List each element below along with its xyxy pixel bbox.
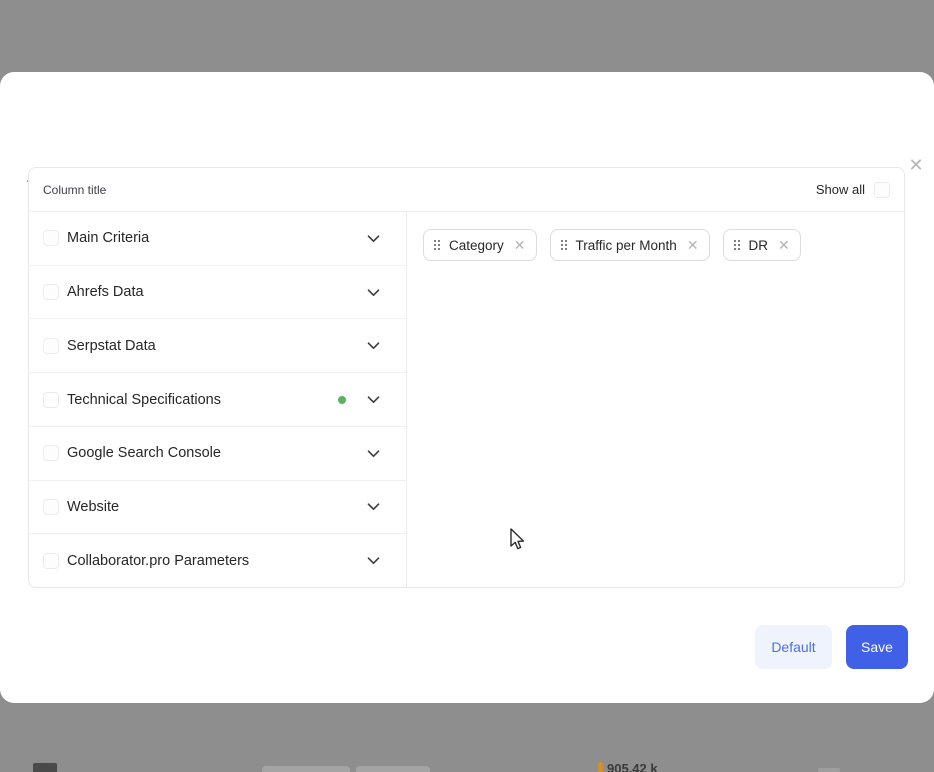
group-checkbox[interactable] xyxy=(43,445,59,461)
group-row-collaborator-pro-parameters[interactable]: Collaborator.pro Parameters xyxy=(29,534,406,587)
active-indicator-dot xyxy=(338,396,346,404)
group-row-serpstat-data[interactable]: Serpstat Data xyxy=(29,319,406,373)
panel-header: Column title Show all xyxy=(29,168,904,212)
group-label: Serpstat Data xyxy=(67,338,156,354)
column-group-list: Main Criteria Ahrefs Data Serpstat Data xyxy=(29,212,407,587)
chip-label: Category xyxy=(449,238,504,253)
group-checkbox[interactable] xyxy=(43,284,59,300)
group-label: Main Criteria xyxy=(67,230,149,246)
background-text-fragment-right xyxy=(818,768,840,772)
panel-body: Main Criteria Ahrefs Data Serpstat Data xyxy=(29,212,904,587)
group-row-ahrefs-data[interactable]: Ahrefs Data xyxy=(29,266,406,320)
group-label: Technical Specifications xyxy=(67,392,221,408)
show-all-label: Show all xyxy=(816,182,865,197)
table-settings-modal: Table Settings ✕ Column title Show all M… xyxy=(0,72,934,703)
show-all-checkbox[interactable] xyxy=(874,182,890,198)
chevron-down-icon[interactable] xyxy=(365,337,382,354)
group-row-website[interactable]: Website xyxy=(29,481,406,535)
background-pill-fragment-2 xyxy=(356,766,430,772)
remove-icon[interactable]: ✕ xyxy=(686,238,699,252)
close-icon[interactable]: ✕ xyxy=(903,152,929,178)
background-metric-fragment: 905.42 k xyxy=(598,762,688,772)
column-title-label: Column title xyxy=(43,183,106,197)
chip-category[interactable]: Category ✕ xyxy=(423,229,537,261)
drag-handle-icon[interactable] xyxy=(734,240,740,250)
chip-label: Traffic per Month xyxy=(576,238,677,253)
background-metric-value: 905.42 k xyxy=(607,762,658,772)
background-pill-fragment-1 xyxy=(262,766,350,772)
group-row-main-criteria[interactable]: Main Criteria xyxy=(29,212,406,266)
group-label: Website xyxy=(67,499,119,515)
group-row-technical-specifications[interactable]: Technical Specifications xyxy=(29,373,406,427)
chevron-down-icon[interactable] xyxy=(365,230,382,247)
chip-traffic-per-month[interactable]: Traffic per Month ✕ xyxy=(550,229,710,261)
background-row-fragment-left xyxy=(33,763,57,772)
flame-icon xyxy=(598,762,603,772)
group-checkbox[interactable] xyxy=(43,230,59,246)
chevron-down-icon[interactable] xyxy=(365,552,382,569)
default-button[interactable]: Default xyxy=(755,625,832,669)
selected-columns-area: Category ✕ Traffic per Month ✕ DR ✕ xyxy=(407,212,904,587)
chevron-down-icon[interactable] xyxy=(365,498,382,515)
chip-dr[interactable]: DR ✕ xyxy=(723,229,801,261)
drag-handle-icon[interactable] xyxy=(434,240,440,250)
group-checkbox[interactable] xyxy=(43,338,59,354)
chip-label: DR xyxy=(749,238,769,253)
group-label: Google Search Console xyxy=(67,445,221,461)
group-row-google-search-console[interactable]: Google Search Console xyxy=(29,427,406,481)
chevron-down-icon[interactable] xyxy=(365,284,382,301)
group-checkbox[interactable] xyxy=(43,553,59,569)
chevron-down-icon[interactable] xyxy=(365,445,382,462)
group-checkbox[interactable] xyxy=(43,392,59,408)
chevron-down-icon[interactable] xyxy=(365,391,382,408)
remove-icon[interactable]: ✕ xyxy=(513,238,526,252)
remove-icon[interactable]: ✕ xyxy=(777,238,790,252)
show-all-toggle[interactable]: Show all xyxy=(816,182,890,198)
column-settings-panel: Column title Show all Main Criteria Ahre… xyxy=(28,167,905,588)
drag-handle-icon[interactable] xyxy=(561,240,567,250)
group-label: Collaborator.pro Parameters xyxy=(67,553,249,569)
group-checkbox[interactable] xyxy=(43,499,59,515)
group-label: Ahrefs Data xyxy=(67,284,144,300)
save-button[interactable]: Save xyxy=(846,625,908,669)
